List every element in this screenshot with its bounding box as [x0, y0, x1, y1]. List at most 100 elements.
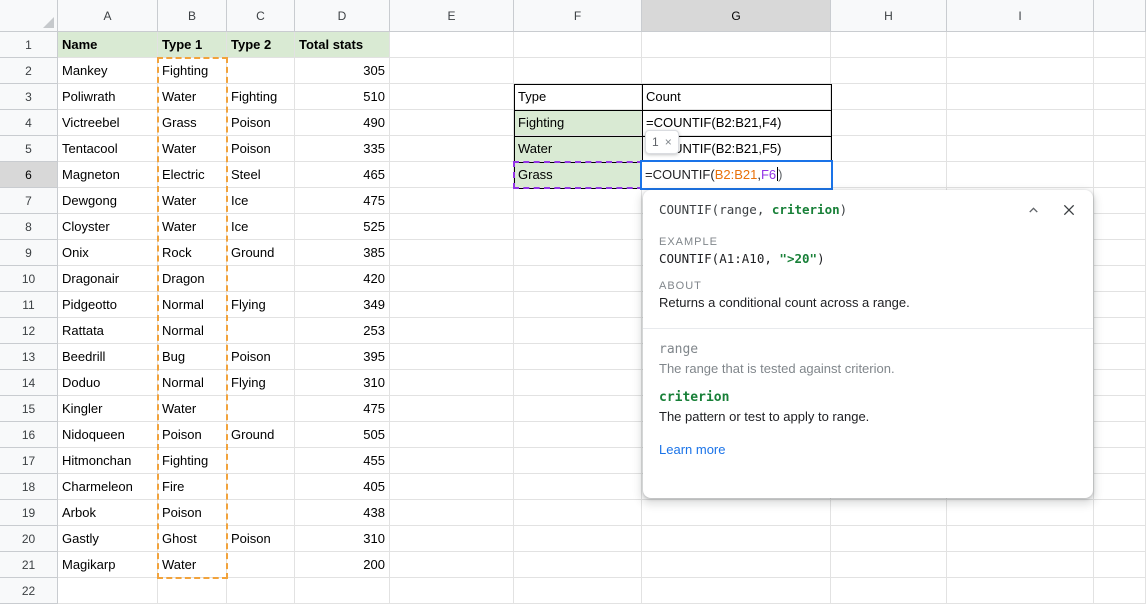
cell-F9[interactable] [514, 240, 642, 266]
row-header-2[interactable]: 2 [0, 58, 58, 84]
cell-D11[interactable]: 349 [295, 292, 390, 318]
cell-J16[interactable] [1094, 422, 1146, 448]
column-header-A[interactable]: A [58, 0, 158, 32]
cell-A14[interactable]: Doduo [58, 370, 158, 396]
cell-D17[interactable]: 455 [295, 448, 390, 474]
cell-F2[interactable] [514, 58, 642, 84]
cell-C8[interactable]: Ice [227, 214, 295, 240]
cell-G2[interactable] [642, 58, 831, 84]
cell-A3[interactable]: Poliwrath [58, 84, 158, 110]
column-header-H[interactable]: H [831, 0, 947, 32]
cell-D18[interactable]: 405 [295, 474, 390, 500]
cell-J4[interactable] [1094, 110, 1146, 136]
cell-H2[interactable] [831, 58, 947, 84]
cell-F15[interactable] [514, 396, 642, 422]
cell-F12[interactable] [514, 318, 642, 344]
row-header-18[interactable]: 18 [0, 474, 58, 500]
cell-E4[interactable] [390, 110, 514, 136]
cell-D10[interactable]: 420 [295, 266, 390, 292]
cell-B20[interactable]: Ghost [158, 526, 227, 552]
close-icon[interactable] [1061, 202, 1077, 218]
row-header-16[interactable]: 16 [0, 422, 58, 448]
cell-B17[interactable]: Fighting [158, 448, 227, 474]
cell-I4[interactable] [947, 110, 1094, 136]
cell-E1[interactable] [390, 32, 514, 58]
cell-J6[interactable] [1094, 162, 1146, 188]
cell-J11[interactable] [1094, 292, 1146, 318]
cell-C14[interactable]: Flying [227, 370, 295, 396]
cell-F14[interactable] [514, 370, 642, 396]
cell-J21[interactable] [1094, 552, 1146, 578]
cell-H22[interactable] [831, 578, 947, 604]
cell-F20[interactable] [514, 526, 642, 552]
cell-E12[interactable] [390, 318, 514, 344]
cell-J18[interactable] [1094, 474, 1146, 500]
cell-A15[interactable]: Kingler [58, 396, 158, 422]
column-header-D[interactable]: D [295, 0, 390, 32]
cell-B14[interactable]: Normal [158, 370, 227, 396]
cell-A2[interactable]: Mankey [58, 58, 158, 84]
cell-F11[interactable] [514, 292, 642, 318]
cell-B9[interactable]: Rock [158, 240, 227, 266]
cell-H5[interactable] [831, 136, 947, 162]
cell-C6[interactable]: Steel [227, 162, 295, 188]
row-header-15[interactable]: 15 [0, 396, 58, 422]
cell-A12[interactable]: Rattata [58, 318, 158, 344]
cell-A6[interactable]: Magneton [58, 162, 158, 188]
cell-B21[interactable]: Water [158, 552, 227, 578]
cell-H19[interactable] [831, 500, 947, 526]
cell-A8[interactable]: Cloyster [58, 214, 158, 240]
cell-E7[interactable] [390, 188, 514, 214]
cell-I5[interactable] [947, 136, 1094, 162]
cell-F1[interactable] [514, 32, 642, 58]
cell-B13[interactable]: Bug [158, 344, 227, 370]
row-header-20[interactable]: 20 [0, 526, 58, 552]
cell-D13[interactable]: 395 [295, 344, 390, 370]
row-header-19[interactable]: 19 [0, 500, 58, 526]
cell-A22[interactable] [58, 578, 158, 604]
cell-D14[interactable]: 310 [295, 370, 390, 396]
cell-H3[interactable] [831, 84, 947, 110]
row-header-11[interactable]: 11 [0, 292, 58, 318]
row-header-10[interactable]: 10 [0, 266, 58, 292]
cell-E2[interactable] [390, 58, 514, 84]
cell-F13[interactable] [514, 344, 642, 370]
cell-D7[interactable]: 475 [295, 188, 390, 214]
cell-I2[interactable] [947, 58, 1094, 84]
cell-I19[interactable] [947, 500, 1094, 526]
cell-D12[interactable]: 253 [295, 318, 390, 344]
cell-J2[interactable] [1094, 58, 1146, 84]
cell-E8[interactable] [390, 214, 514, 240]
cell-F6[interactable]: Grass [514, 162, 642, 188]
cell-A7[interactable]: Dewgong [58, 188, 158, 214]
cell-F5[interactable]: Water [514, 136, 642, 162]
cell-E9[interactable] [390, 240, 514, 266]
row-header-8[interactable]: 8 [0, 214, 58, 240]
cell-E22[interactable] [390, 578, 514, 604]
cell-E11[interactable] [390, 292, 514, 318]
cell-J10[interactable] [1094, 266, 1146, 292]
cell-C12[interactable] [227, 318, 295, 344]
cell-D5[interactable]: 335 [295, 136, 390, 162]
row-header-6[interactable]: 6 [0, 162, 58, 188]
cell-D21[interactable]: 200 [295, 552, 390, 578]
cell-I20[interactable] [947, 526, 1094, 552]
row-header-13[interactable]: 13 [0, 344, 58, 370]
cell-E16[interactable] [390, 422, 514, 448]
cell-B11[interactable]: Normal [158, 292, 227, 318]
cell-I21[interactable] [947, 552, 1094, 578]
collapse-icon[interactable] [1026, 203, 1041, 218]
cell-C2[interactable] [227, 58, 295, 84]
cell-A16[interactable]: Nidoqueen [58, 422, 158, 448]
cell-G1[interactable] [642, 32, 831, 58]
cell-B6[interactable]: Electric [158, 162, 227, 188]
cell-G3[interactable]: Count [642, 84, 831, 110]
formula-input[interactable]: =COUNTIF(B2:B21,F6) [645, 167, 783, 182]
active-cell-editor[interactable]: =COUNTIF(B2:B21,F6) [640, 160, 833, 190]
cell-F21[interactable] [514, 552, 642, 578]
cell-H1[interactable] [831, 32, 947, 58]
cell-G20[interactable] [642, 526, 831, 552]
cell-C1[interactable]: Type 2 [227, 32, 295, 58]
row-header-22[interactable]: 22 [0, 578, 58, 604]
row-header-4[interactable]: 4 [0, 110, 58, 136]
